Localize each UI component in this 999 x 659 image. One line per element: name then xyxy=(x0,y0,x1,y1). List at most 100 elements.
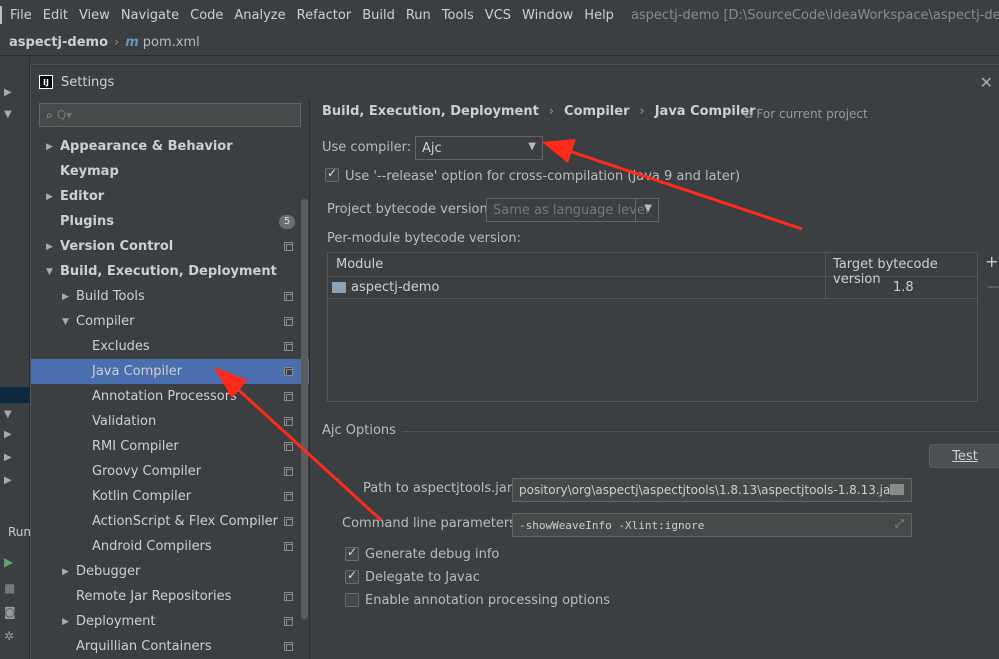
bytecode-version-label: Project bytecode version: xyxy=(327,202,493,217)
chevron-down-icon[interactable]: ▼ xyxy=(62,317,69,327)
breadcrumb: Build, Execution, Deployment › Compiler › Ja… xyxy=(322,104,756,119)
menu-code[interactable]: Code xyxy=(190,8,223,23)
column-header-module[interactable]: Module xyxy=(336,257,383,272)
settings-search-input[interactable] xyxy=(56,108,287,122)
menu-analyze[interactable]: Analyze xyxy=(234,8,285,23)
menu-file[interactable]: File xyxy=(10,8,32,23)
project-scope-icon xyxy=(284,317,293,326)
tree-expand-icon[interactable]: ▶ xyxy=(4,429,12,440)
menu-run[interactable]: Run xyxy=(406,8,431,23)
tree-node-label: ActionScript & Flex Compiler xyxy=(92,514,279,529)
settings-search-box[interactable]: ⌕ xyxy=(39,103,301,127)
stop-icon[interactable]: ■ xyxy=(4,581,15,595)
run-tool-label[interactable]: Run xyxy=(8,525,31,539)
annotation-processing-checkbox[interactable] xyxy=(345,593,359,607)
tree-node[interactable]: Kotlin Compiler xyxy=(31,484,309,509)
release-option-checkbox[interactable] xyxy=(325,166,339,182)
use-compiler-select[interactable]: Ajc ▼ xyxy=(415,136,543,160)
chevron-right-icon[interactable]: ▶ xyxy=(62,617,69,627)
tree-node[interactable]: Excludes xyxy=(31,334,309,359)
tree-node-label: Validation xyxy=(92,414,157,429)
tree-node[interactable]: Arquillian Containers xyxy=(31,634,309,659)
tree-collapse-icon[interactable]: ▼ xyxy=(4,109,12,120)
folder-browse-icon[interactable] xyxy=(890,484,904,495)
tree-node[interactable]: ActionScript & Flex Compiler xyxy=(31,509,309,534)
tree-node[interactable]: ▶ Debugger xyxy=(31,559,309,584)
project-scope-icon: ⧉ xyxy=(744,107,753,121)
tree-node-label: Editor xyxy=(60,189,105,204)
project-scope-icon xyxy=(284,542,293,551)
tree-expand-icon[interactable]: ▶ xyxy=(4,475,12,486)
tree-node[interactable]: Groovy Compiler xyxy=(31,459,309,484)
test-button[interactable]: Test xyxy=(929,444,999,468)
add-icon[interactable]: + xyxy=(985,252,998,271)
close-icon[interactable]: ✕ xyxy=(980,73,993,92)
annotation-processing-label: Enable annotation processing options xyxy=(365,593,610,608)
menu-refactor[interactable]: Refactor xyxy=(297,8,352,23)
settings-icon[interactable]: ✲ xyxy=(4,629,14,643)
settings-content: Build, Execution, Deployment › Compiler › Ja… xyxy=(309,99,999,659)
tree-node-label: Annotation Processors xyxy=(92,389,237,404)
chevron-down-icon[interactable]: ▼ xyxy=(46,267,53,277)
release-option-label: Use '--release' option for cross-compila… xyxy=(345,169,741,184)
bytecode-version-select[interactable]: Same as language level ▼ xyxy=(486,198,659,222)
tree-node-label: Build Tools xyxy=(76,289,145,304)
chevron-right-icon[interactable]: ▶ xyxy=(46,192,53,202)
scope-label: ⧉ For current project xyxy=(744,107,868,122)
table-row[interactable]: aspectj-demo 1.8 xyxy=(328,277,977,299)
command-line-field[interactable]: -showWeaveInfo -Xlint:ignore ⤢ xyxy=(512,513,912,537)
use-compiler-label: Use compiler: xyxy=(322,140,412,155)
module-folder-icon xyxy=(332,282,346,293)
remove-icon[interactable]: — xyxy=(987,279,999,295)
tree-node[interactable]: Android Compilers xyxy=(31,534,309,559)
chevron-right-icon[interactable]: ▶ xyxy=(46,142,53,152)
tree-collapse-icon[interactable]: ▼ xyxy=(4,409,12,420)
chevron-right-icon[interactable]: ▶ xyxy=(62,567,69,577)
tree-scrollbar[interactable] xyxy=(301,199,308,619)
tree-node-label: Remote Jar Repositories xyxy=(76,589,232,604)
chevron-right-icon[interactable]: ▶ xyxy=(46,242,53,252)
tree-node[interactable]: ▶ Editor xyxy=(31,184,309,209)
tree-node[interactable]: ▶ Appearance & Behavior xyxy=(31,134,309,159)
menu-build[interactable]: Build xyxy=(362,8,395,23)
menu-vcs[interactable]: VCS xyxy=(485,8,511,23)
tree-node[interactable]: RMI Compiler xyxy=(31,434,309,459)
tree-expand-icon[interactable]: ▶ xyxy=(4,87,12,98)
project-scope-icon xyxy=(284,592,293,601)
menu-view[interactable]: View xyxy=(79,8,110,23)
tree-node[interactable]: ▶ Version Control xyxy=(31,234,309,259)
expand-icon[interactable]: ⤢ xyxy=(895,517,904,531)
tree-node[interactable]: Plugins 5 xyxy=(31,209,309,234)
menu-tools[interactable]: Tools xyxy=(442,8,474,23)
delegate-javac-label: Delegate to Javac xyxy=(365,570,480,585)
tree-node[interactable]: ▼ Build, Execution, Deployment xyxy=(31,259,309,284)
tree-node[interactable]: Annotation Processors xyxy=(31,384,309,409)
nav-project[interactable]: aspectj-demo xyxy=(9,35,108,50)
run-play-icon[interactable]: ▶ xyxy=(4,555,13,569)
tree-node-label: Debugger xyxy=(76,564,141,579)
delegate-javac-checkbox[interactable] xyxy=(345,568,359,584)
chevron-right-icon[interactable]: ▶ xyxy=(62,292,69,302)
settings-dialog: IJ Settings ✕ ⌕ ▶ Appearance & Behavior Ke… xyxy=(30,64,999,659)
tree-node[interactable]: Remote Jar Repositories xyxy=(31,584,309,609)
tree-node[interactable]: Java Compiler xyxy=(31,359,309,384)
bytecode-version-value: Same as language level xyxy=(493,202,649,218)
tree-node[interactable]: Keymap xyxy=(31,159,309,184)
tree-node[interactable]: ▶ Deployment xyxy=(31,609,309,634)
tree-node[interactable]: ▼ Compiler xyxy=(31,309,309,334)
menu-edit[interactable]: Edit xyxy=(43,8,68,23)
menu-help[interactable]: Help xyxy=(584,8,614,23)
menu-window[interactable]: Window xyxy=(522,8,573,23)
camera-icon[interactable]: ◙ xyxy=(4,605,16,619)
dialog-title: Settings xyxy=(61,74,115,90)
tree-expand-icon[interactable]: ▶ xyxy=(4,452,12,463)
nav-file[interactable]: pom.xml xyxy=(143,35,200,50)
tree-node[interactable]: Validation xyxy=(31,409,309,434)
target-cell: 1.8 xyxy=(893,280,914,295)
aspectjtools-path-field[interactable]: pository\org\aspectj\aspectjtools\1.8.13… xyxy=(512,478,912,502)
generate-debug-checkbox[interactable] xyxy=(345,545,359,561)
menu-navigate[interactable]: Navigate xyxy=(121,8,179,23)
tree-node-label: Keymap xyxy=(60,164,119,179)
tree-node-label: Java Compiler xyxy=(92,364,183,379)
tree-node[interactable]: ▶ Build Tools xyxy=(31,284,309,309)
